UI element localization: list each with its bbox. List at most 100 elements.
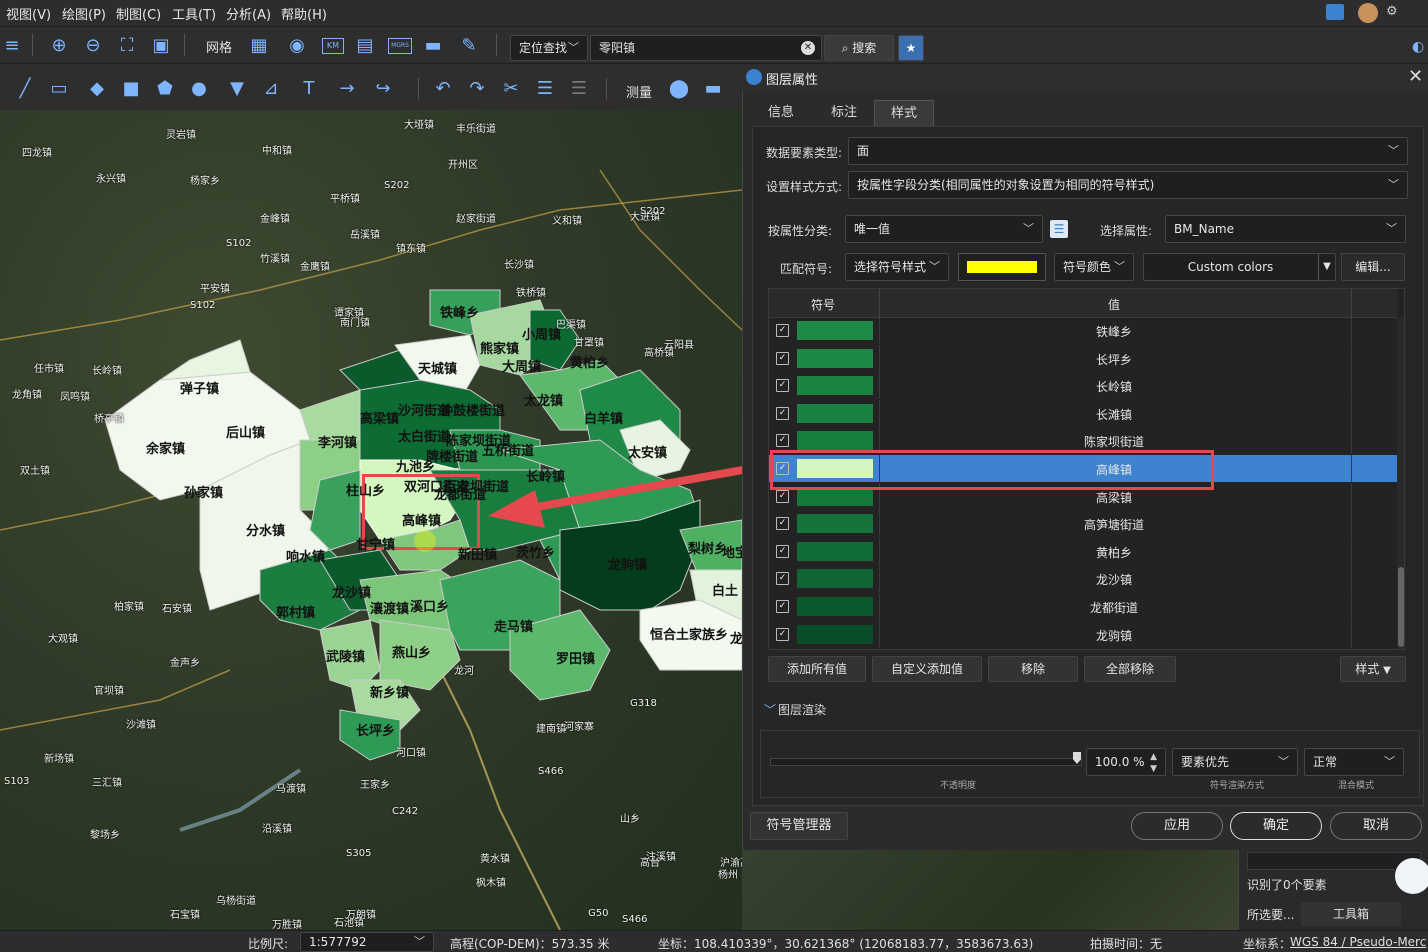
symbol-swatch[interactable] [797,403,873,423]
cancel-button[interactable]: 取消 [1330,812,1422,840]
globe-icon[interactable]: ◉ [286,34,308,56]
row-checkbox[interactable]: ✓ [776,379,789,393]
pentagon-icon[interactable]: ⬟ [154,78,176,99]
symbol-manager-button[interactable]: 符号管理器 [750,812,848,840]
undo-icon[interactable]: ↶ [432,78,454,99]
blend-mode-select[interactable]: 正常 ﹀ [1304,748,1404,776]
palette-select[interactable]: Custom colors ▼ [1143,253,1336,281]
close-icon[interactable]: ✕ [1408,66,1423,87]
remove-all-button[interactable]: 全部移除 [1084,656,1176,682]
menu-draw[interactable]: 绘图(P) [62,4,106,23]
tab-style[interactable]: 样式 [874,100,934,126]
triangle-icon[interactable]: ▼ [226,78,248,99]
map-canvas-bottom[interactable] [742,850,1238,930]
symbol-swatch[interactable] [797,376,873,396]
tab-toolbox[interactable]: 工具箱 [1301,902,1401,926]
symbol-color-select[interactable]: 符号颜色 ﹀ [1054,253,1134,281]
list-icon[interactable]: ☰ [534,78,556,99]
measure-line-icon[interactable]: ▬ [702,78,724,99]
remove-button[interactable]: 移除 [988,656,1078,682]
row-checkbox[interactable]: ✓ [776,627,789,641]
table-row[interactable]: ✓ 长坪乡 [769,344,1397,372]
chat-icon[interactable] [1326,4,1344,20]
opacity-slider[interactable] [770,758,1082,766]
data-type-select[interactable]: 面 ﹀ [848,137,1408,165]
menu-cartography[interactable]: 制图(C) [116,4,161,23]
pencil-icon[interactable]: ◆ [86,78,108,99]
row-checkbox[interactable]: ✓ [776,600,789,613]
zoom-out-icon[interactable]: ⊖ [82,34,104,56]
pin-icon[interactable]: ⬤ [668,78,690,99]
classify-select[interactable]: 唯一值 ﹀ [845,215,1043,243]
custom-add-value-button[interactable]: 自定义添加值 [872,656,982,682]
table-row[interactable]: ✓ 龙都街道 [769,593,1397,620]
table-scrollbar[interactable] [1397,317,1404,649]
search-button[interactable]: ⌕ 搜索 [824,35,894,61]
arrow-icon[interactable]: → [336,78,358,99]
table-row[interactable]: ✓ 长岭镇 [769,372,1397,400]
polyline-icon[interactable]: ╱ [14,78,36,99]
avatar[interactable] [1358,3,1378,23]
table-icon[interactable]: ☰ [1050,220,1068,238]
symbol-swatch[interactable] [797,514,873,534]
layers-icon[interactable]: ≡ [0,35,24,56]
menu-tools[interactable]: 工具(T) [172,4,216,23]
table-row[interactable]: ✓ 龙驹镇 [769,620,1397,648]
opacity-spinbox[interactable]: 100.0 % ▲ ▼ [1086,748,1166,776]
select-attr-select[interactable]: BM_Name ﹀ [1165,215,1406,243]
clear-icon[interactable]: ✕ [801,41,815,55]
favorite-icon[interactable]: ★ [898,35,924,61]
scale-select[interactable]: 1:577792 ﹀ [300,932,434,952]
symbol-swatch[interactable] [797,431,873,451]
style-button[interactable]: 样式 ▼ [1340,656,1406,682]
tab-selection[interactable]: 所选要... [1247,906,1294,923]
symbol-swatch[interactable] [797,624,873,644]
table-row[interactable]: ✓ 高笋塘街道 [769,510,1397,538]
symbol-swatch[interactable] [797,569,873,589]
fit-window-icon[interactable]: ▣ [150,34,172,56]
add-all-values-button[interactable]: 添加所有值 [768,656,866,682]
brush-icon[interactable]: ✎ [458,34,480,56]
ok-button[interactable]: 确定 [1230,812,1322,840]
symbol-swatch[interactable] [797,541,873,561]
style-mode-select[interactable]: 按属性字段分类(相同属性的对象设置为相同的符号样式) ﹀ [848,171,1408,199]
km-grid-icon[interactable]: KM [322,38,344,54]
spin-icon[interactable]: ▲ ▼ [1150,751,1157,775]
table-row[interactable]: ✓ 高峰镇 [769,455,1397,482]
symbol-swatch[interactable] [797,597,873,616]
folder-icon[interactable]: ▬ [422,34,444,56]
tab-info[interactable]: 信息 [756,100,806,126]
mgrs-icon[interactable]: MGRS [388,38,412,54]
menu-help[interactable]: 帮助(H) [281,4,327,23]
symbol-swatch[interactable] [797,459,873,478]
row-checkbox[interactable]: ✓ [776,434,789,448]
render-mode-select[interactable]: 要素优先 ﹀ [1172,748,1298,776]
identify-field[interactable] [1247,852,1421,870]
zoom-in-icon[interactable]: ⊕ [48,34,70,56]
full-extent-icon[interactable]: ⛶ [116,34,138,56]
scissors-icon[interactable]: ✂ [500,78,522,99]
symbol-swatch[interactable] [797,486,873,506]
table-row[interactable]: ✓ 长滩镇 [769,399,1397,427]
table-row[interactable]: ✓ 高梁镇 [769,482,1397,510]
circle-icon[interactable]: ● [188,78,210,99]
text-icon[interactable]: T [298,78,320,99]
row-checkbox[interactable]: ✓ [776,544,789,558]
locate-mode-select[interactable]: 定位查找 ﹀ [510,35,588,61]
table-row[interactable]: ✓ 铁峰乡 [769,317,1397,344]
row-checkbox[interactable]: ✓ [776,351,789,365]
rectangle-icon[interactable]: ▭ [48,78,70,99]
mic-icon[interactable] [1395,858,1428,894]
menu-analysis[interactable]: 分析(A) [226,4,271,23]
curve-icon[interactable]: ↪ [372,78,394,99]
search-input[interactable]: 零阳镇 ✕ [590,35,822,61]
crs-link[interactable]: WGS 84 / Pseudo-Merc [1290,935,1426,949]
symbol-swatch[interactable] [797,348,873,368]
table-row[interactable]: ✓ 陈家坝街道 [769,427,1397,455]
row-checkbox[interactable]: ✓ [776,489,789,503]
symbol-style-select[interactable]: 选择符号样式 ﹀ [845,253,949,281]
grid-icon[interactable]: ▦ [248,34,270,56]
row-checkbox[interactable]: ✓ [776,572,789,586]
table-row[interactable]: ✓ 龙沙镇 [769,565,1397,593]
chevron-down-icon[interactable]: ﹀ [764,701,776,718]
